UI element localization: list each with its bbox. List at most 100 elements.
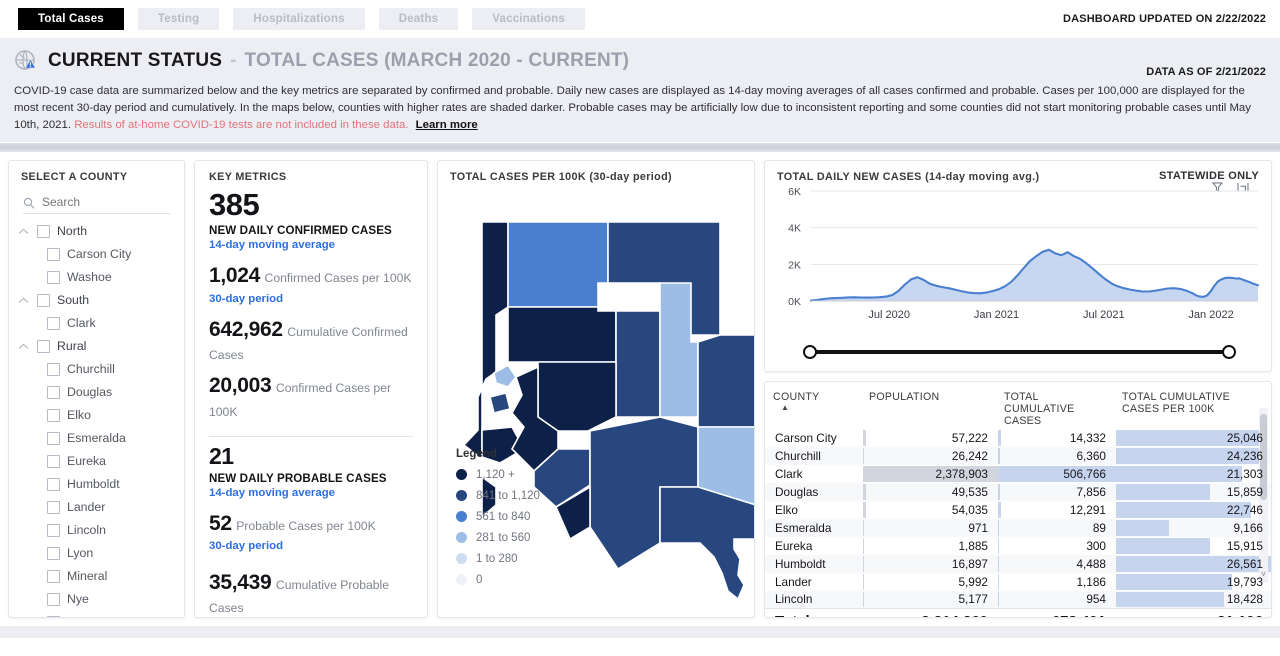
cell-bar bbox=[863, 448, 864, 464]
table-row[interactable]: Esmeralda971899,166 bbox=[765, 519, 1271, 537]
cell-bar bbox=[998, 430, 1001, 446]
legend-item: 0 bbox=[456, 574, 540, 586]
x-axis-tick-label: Jan 2022 bbox=[1188, 309, 1233, 321]
county-checkbox[interactable] bbox=[47, 593, 60, 606]
map-county-churchill[interactable] bbox=[538, 362, 616, 431]
county-label: Clark bbox=[67, 316, 96, 330]
cell-value: 25,046 bbox=[1122, 431, 1263, 445]
column-header-total-cumulative-cases[interactable]: TOTAL CUMULATIVE CASES bbox=[996, 382, 1114, 429]
county-item-lyon[interactable]: Lyon bbox=[17, 542, 184, 565]
county-item-washoe[interactable]: Washoe bbox=[17, 266, 184, 289]
county-checkbox[interactable] bbox=[47, 248, 60, 261]
search-input[interactable] bbox=[42, 195, 162, 209]
tab-hospitalizations[interactable]: Hospitalizations bbox=[233, 8, 364, 30]
table-row[interactable]: Humboldt16,8974,48826,561 bbox=[765, 555, 1271, 573]
county-item-humboldt[interactable]: Humboldt bbox=[17, 473, 184, 496]
main-content: SELECT A COUNTY NorthCarson CityWashoeSo… bbox=[0, 152, 1280, 626]
county-checkbox[interactable] bbox=[47, 501, 60, 514]
tab-vaccinations[interactable]: Vaccinations bbox=[472, 8, 585, 30]
county-checkbox[interactable] bbox=[47, 570, 60, 583]
probable-per-100k-sub: 30-day period bbox=[209, 540, 413, 552]
table-row[interactable]: Lincoln5,17795418,428 bbox=[765, 591, 1271, 609]
county-checkbox[interactable] bbox=[47, 409, 60, 422]
county-item-carson-city[interactable]: Carson City bbox=[17, 243, 184, 266]
county-item-lincoln[interactable]: Lincoln bbox=[17, 519, 184, 542]
cell-bar bbox=[863, 502, 866, 518]
county-item-douglas[interactable]: Douglas bbox=[17, 381, 184, 404]
county-item-clark[interactable]: Clark bbox=[17, 312, 184, 335]
map-title: TOTAL CASES PER 100K (30-day period) bbox=[438, 161, 754, 183]
cell-bar bbox=[863, 574, 864, 590]
row-county-name: Esmeralda bbox=[765, 519, 861, 537]
county-item-pershing[interactable]: Pershing bbox=[17, 611, 184, 618]
table-row[interactable]: Carson City57,22214,33225,046 bbox=[765, 429, 1271, 447]
county-checkbox[interactable] bbox=[47, 524, 60, 537]
cell-value: 4,488 bbox=[1004, 557, 1106, 571]
group-checkbox[interactable] bbox=[37, 340, 50, 353]
map-county-pershing[interactable] bbox=[508, 307, 616, 362]
chart-time-range-slider[interactable] bbox=[803, 345, 1236, 359]
total-cases-value: 678,401 bbox=[1004, 613, 1106, 617]
table-row[interactable]: Clark2,378,903506,76621,303 bbox=[765, 465, 1271, 483]
row-population: 1,885 bbox=[861, 537, 996, 555]
column-header-total-cumulative-cases-per-100k[interactable]: TOTAL CUMULATIVE CASES PER 100K bbox=[1114, 382, 1271, 429]
slider-knob-start[interactable] bbox=[803, 345, 817, 359]
table-row[interactable]: Elko54,03512,29122,746 bbox=[765, 501, 1271, 519]
row-county-name: Carson City bbox=[765, 429, 861, 447]
table-row[interactable]: Eureka1,88530015,915 bbox=[765, 537, 1271, 555]
county-checkbox[interactable] bbox=[47, 478, 60, 491]
county-group-rural[interactable]: Rural bbox=[17, 335, 184, 358]
table-row[interactable]: Churchill26,2426,36024,236 bbox=[765, 447, 1271, 465]
chart-plot-area[interactable]: 0K2K4K6KJul 2020Jan 2021Jul 2021Jan 2022 bbox=[765, 185, 1271, 371]
map-county-carson-city[interactable] bbox=[490, 393, 510, 413]
county-checkbox[interactable] bbox=[47, 432, 60, 445]
cell-bar bbox=[998, 484, 1000, 500]
tab-total-cases[interactable]: Total Cases bbox=[18, 8, 124, 30]
table-total-row: Total 3,214,260 678,401 21,106 bbox=[765, 609, 1271, 618]
county-item-eureka[interactable]: Eureka bbox=[17, 450, 184, 473]
county-item-churchill[interactable]: Churchill bbox=[17, 358, 184, 381]
slider-knob-end[interactable] bbox=[1222, 345, 1236, 359]
map-county-clark[interactable] bbox=[660, 487, 755, 599]
county-item-lander[interactable]: Lander bbox=[17, 496, 184, 519]
county-checkbox[interactable] bbox=[47, 363, 60, 376]
county-group-north[interactable]: North bbox=[17, 220, 184, 243]
county-item-nye[interactable]: Nye bbox=[17, 588, 184, 611]
map-county-lander[interactable] bbox=[616, 311, 660, 417]
tab-testing[interactable]: Testing bbox=[138, 8, 219, 30]
county-checkbox[interactable] bbox=[47, 271, 60, 284]
county-checkbox[interactable] bbox=[47, 386, 60, 399]
column-header-county[interactable]: COUNTY ▲ bbox=[765, 382, 861, 429]
table-row[interactable]: Lander5,9921,18619,793 bbox=[765, 573, 1271, 591]
dashboard-updated-label: DASHBOARD UPDATED ON 2/22/2022 bbox=[1063, 13, 1266, 25]
column-header-population[interactable]: POPULATION bbox=[861, 382, 996, 429]
total-cases: 678,401 bbox=[996, 609, 1114, 618]
chevron-up-icon[interactable] bbox=[17, 228, 30, 235]
county-checkbox[interactable] bbox=[47, 455, 60, 468]
cell-value: 16,897 bbox=[869, 557, 988, 571]
confirmed-per-100k-row: 1,024 Confirmed Cases per 100K bbox=[209, 262, 413, 290]
county-label: Pershing bbox=[67, 615, 116, 618]
county-checkbox[interactable] bbox=[47, 547, 60, 560]
tab-deaths[interactable]: Deaths bbox=[379, 8, 459, 30]
county-item-esmeralda[interactable]: Esmeralda bbox=[17, 427, 184, 450]
cell-bar bbox=[863, 592, 864, 608]
county-item-mineral[interactable]: Mineral bbox=[17, 565, 184, 588]
county-checkbox[interactable] bbox=[47, 317, 60, 330]
group-checkbox[interactable] bbox=[37, 225, 50, 238]
county-group-south[interactable]: South bbox=[17, 289, 184, 312]
map-county-storey[interactable] bbox=[494, 365, 516, 387]
cell-bar bbox=[998, 556, 999, 572]
county-checkbox[interactable] bbox=[47, 616, 60, 618]
group-checkbox[interactable] bbox=[37, 294, 50, 307]
table-row[interactable]: Douglas49,5357,85615,859 bbox=[765, 483, 1271, 501]
cell-value: 22,746 bbox=[1122, 503, 1263, 517]
map-county-white-pine[interactable] bbox=[698, 335, 755, 427]
y-axis-tick-label: 6K bbox=[788, 186, 801, 198]
chevron-up-icon[interactable] bbox=[17, 297, 30, 304]
county-item-elko[interactable]: Elko bbox=[17, 404, 184, 427]
map-county-humboldt[interactable] bbox=[508, 222, 608, 307]
learn-more-link[interactable]: Learn more bbox=[416, 119, 478, 131]
chevron-up-icon[interactable] bbox=[17, 343, 30, 350]
row-total-cumulative-cases: 4,488 bbox=[996, 555, 1114, 573]
